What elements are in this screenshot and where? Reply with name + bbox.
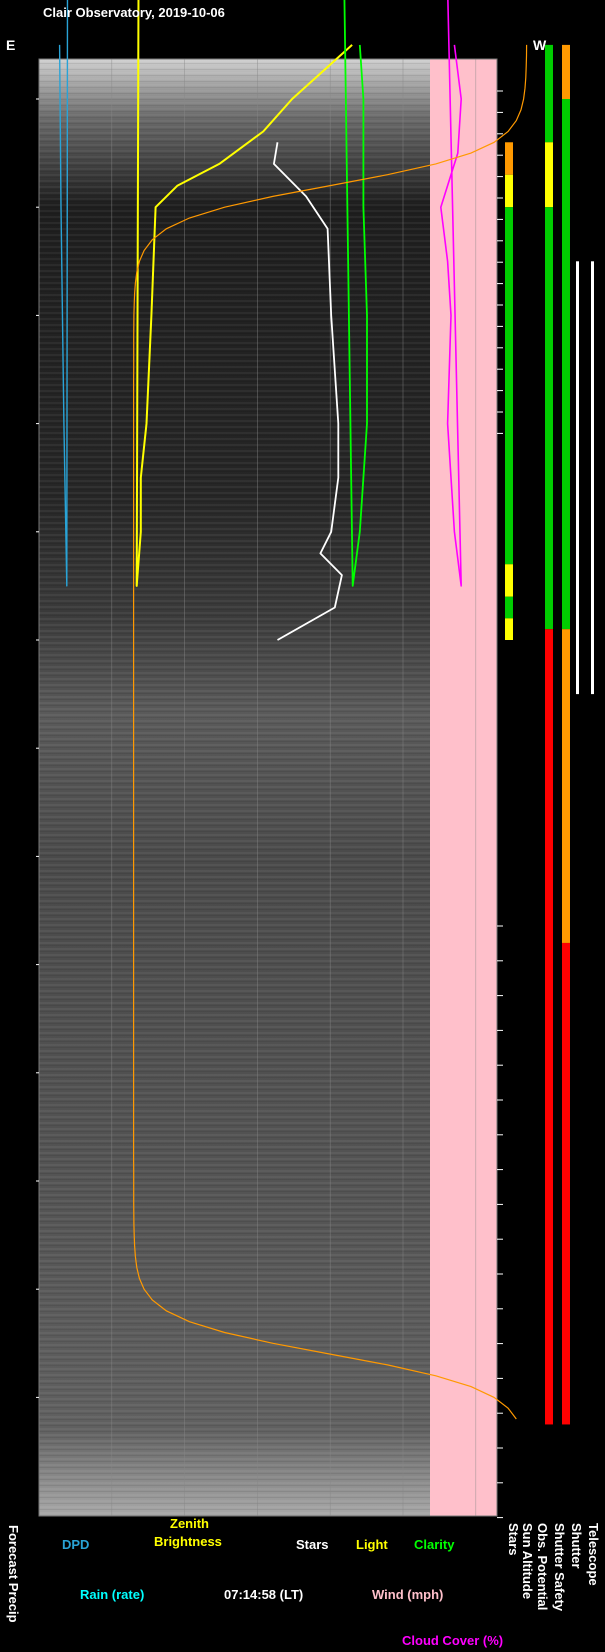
stars-label: Stars bbox=[296, 1537, 329, 1552]
forecast-precip-label: Forecast Precip bbox=[6, 1525, 21, 1623]
wind-label: Wind (mph) bbox=[372, 1587, 443, 1602]
bottom-axes: DPD Zenith Brightness Stars Light Clarit… bbox=[62, 1516, 503, 1648]
shutter-safety-segment bbox=[562, 942, 570, 1425]
chart-title: Clair Observatory, 2019-10-06 bbox=[43, 5, 225, 20]
obs-potential-segment bbox=[545, 142, 553, 208]
shutter-safety-segment bbox=[562, 44, 570, 99]
shutter-label: Shutter bbox=[569, 1523, 584, 1569]
shutter-safety-label: Shutter Safety bbox=[552, 1523, 567, 1612]
timestamp-label: 07:14:58 (LT) bbox=[224, 1587, 303, 1602]
shutter-open-bar bbox=[576, 261, 579, 695]
shutter-safety-segment bbox=[562, 629, 570, 943]
stars-status-segment bbox=[505, 596, 513, 619]
obs-potential-segment bbox=[545, 207, 553, 630]
sky-streaks bbox=[39, 59, 497, 1516]
stars-vertical-label: Stars bbox=[506, 1523, 521, 1556]
stars-status-segment bbox=[505, 207, 513, 565]
dpd-label: DPD bbox=[62, 1537, 89, 1552]
left-direction-label: E bbox=[6, 37, 15, 53]
obs-potential-segment bbox=[545, 44, 553, 143]
shutter-safety-segment bbox=[562, 99, 570, 630]
obs-potential-segment bbox=[545, 629, 553, 1425]
cloud-label: Cloud Cover (%) bbox=[402, 1633, 503, 1648]
right-direction-label: W bbox=[533, 37, 547, 53]
status-bars bbox=[505, 44, 594, 1425]
sun-altitude-label: Sun Altitude bbox=[520, 1523, 535, 1599]
clarity-label: Clarity bbox=[414, 1537, 455, 1552]
telescope-active-bar bbox=[591, 261, 594, 695]
rain-label: Rain (rate) bbox=[80, 1587, 144, 1602]
light-label: Light bbox=[356, 1537, 388, 1552]
sun-altitude-ticks bbox=[497, 90, 503, 1519]
chart-back-layer bbox=[430, 59, 497, 1516]
zenith-label-2: Brightness bbox=[154, 1534, 222, 1549]
stars-status-segment bbox=[505, 174, 513, 208]
observatory-chart: Clair Observatory, 2019-10-06 E W DPD Ze… bbox=[6, 0, 601, 1648]
obs-potential-label: Obs. Potential bbox=[535, 1523, 550, 1610]
zenith-label-1: Zenith bbox=[170, 1516, 209, 1531]
telescope-label: Telescope bbox=[586, 1523, 601, 1586]
stars-status-segment bbox=[505, 142, 513, 175]
stars-status-segment bbox=[505, 618, 513, 640]
stars-status-segment bbox=[505, 564, 513, 597]
